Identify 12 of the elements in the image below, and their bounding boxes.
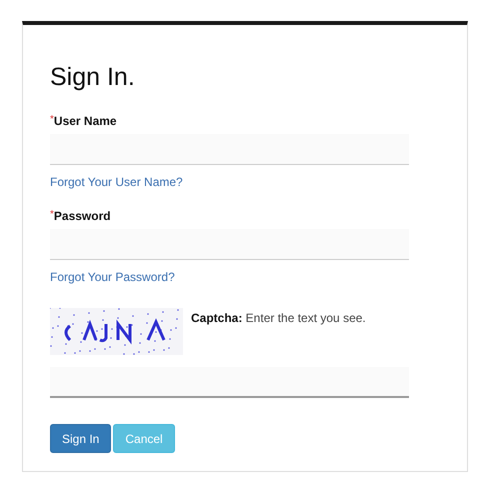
forgot-link[interactable]: Forgot Your Password? xyxy=(50,270,175,284)
field-label: User Name xyxy=(54,114,117,128)
input-field[interactable] xyxy=(50,367,409,398)
required-mark: * xyxy=(50,114,54,127)
captcha-instruction: Captcha: Enter the text you see. xyxy=(191,311,366,325)
required-mark: * xyxy=(50,209,54,222)
page-title: Sign In. xyxy=(50,63,136,92)
sign-in-button[interactable]: Sign In xyxy=(50,424,112,453)
field-label: Password xyxy=(54,209,111,223)
input-field[interactable] xyxy=(50,229,409,260)
input-field[interactable] xyxy=(50,134,409,165)
forgot-link[interactable]: Forgot Your User Name? xyxy=(50,175,183,189)
